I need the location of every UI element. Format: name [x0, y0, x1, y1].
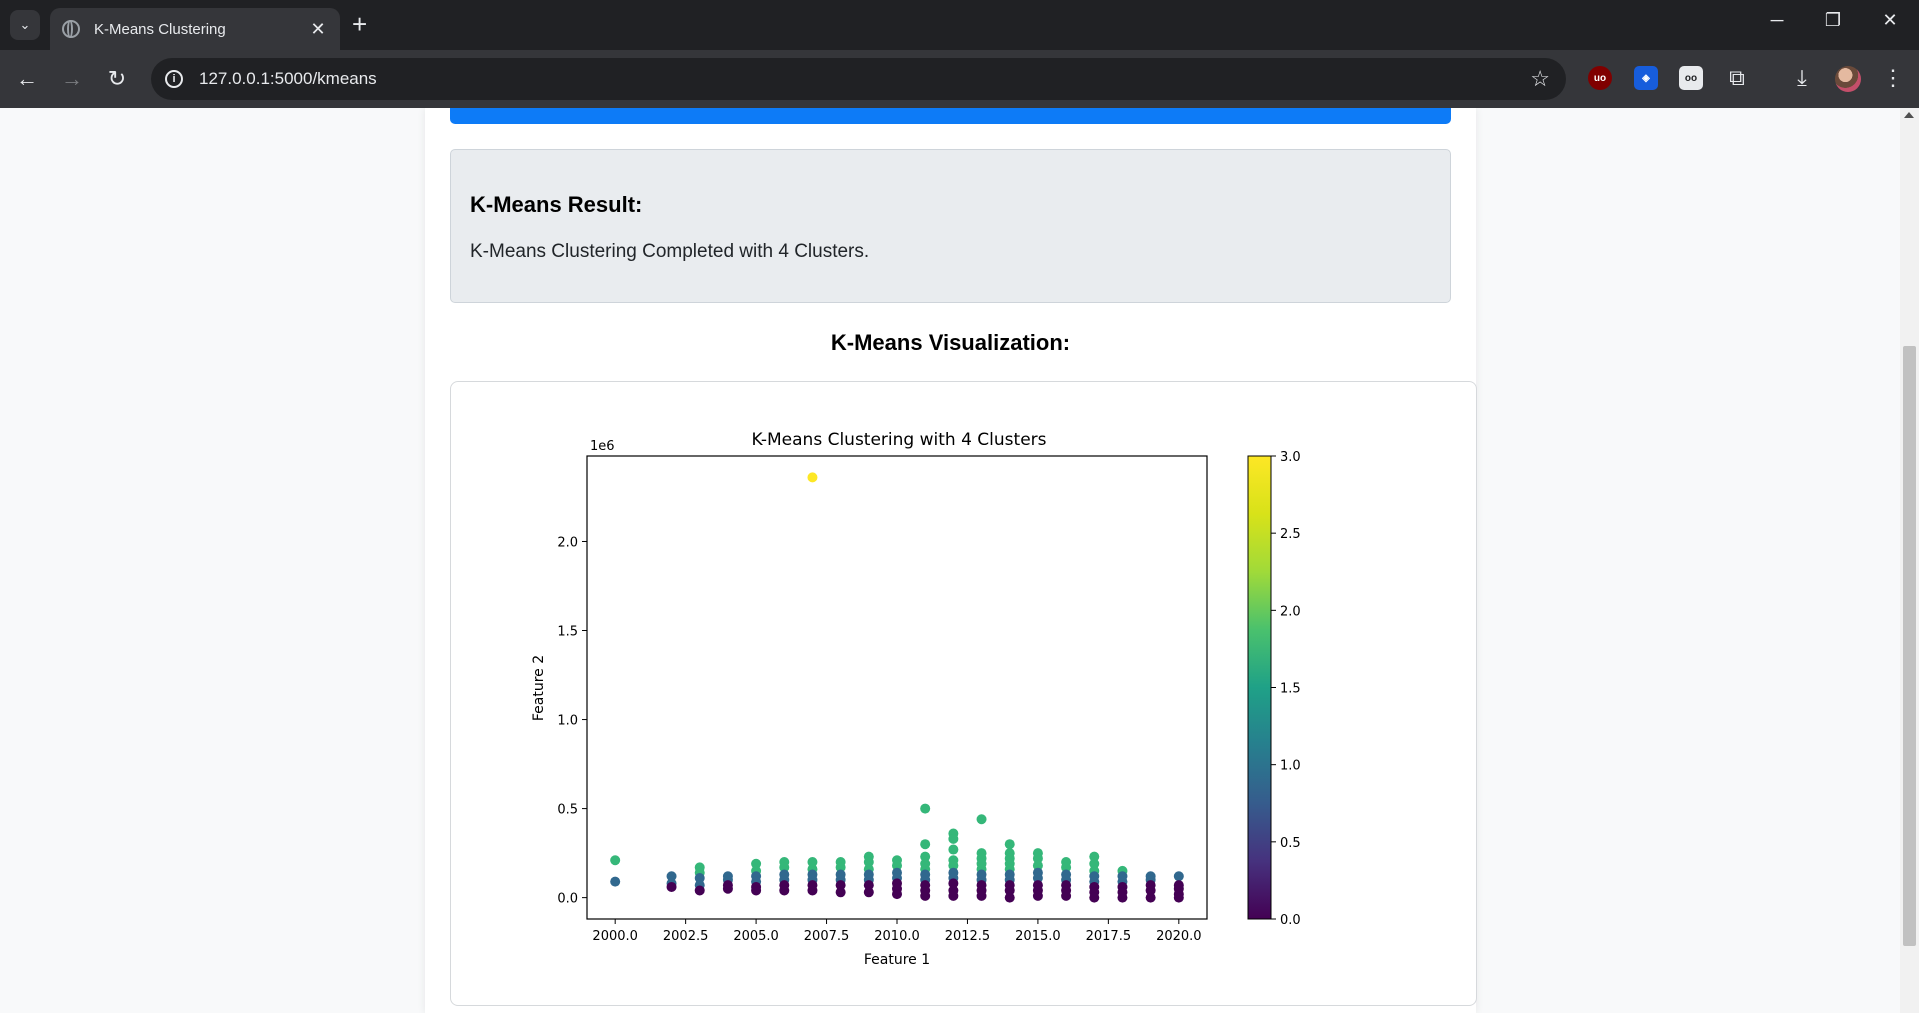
x-tick-label: 2020.0	[1156, 929, 1202, 944]
colorbar-tick-label: 1.5	[1280, 682, 1301, 697]
plot-area-frame	[586, 455, 1208, 920]
x-tick-label: 2000.0	[592, 929, 638, 944]
result-panel: K-Means Result: K-Means Clustering Compl…	[450, 149, 1451, 303]
reload-icon[interactable]: ↻	[100, 62, 134, 96]
data-point	[807, 885, 818, 896]
result-heading: K-Means Result:	[470, 192, 643, 217]
tab-bar: ⌄ K-Means Clustering ✕ + ─ ❐ ✕	[0, 0, 1919, 50]
forward-arrow-icon[interactable]: →	[55, 62, 89, 96]
y-tick-label: 0.5	[557, 803, 578, 818]
y-axis-ticks: 0.0 0.5 1.0 1.5 2.0	[557, 535, 587, 907]
browser-menu-icon[interactable]: ⋮	[1877, 62, 1909, 94]
x-tick-label: 2010.0	[874, 929, 920, 944]
colorbar-tick-label: 3.0	[1280, 450, 1301, 465]
x-tick-label: 2007.5	[804, 929, 850, 944]
chart-title: K-Means Clustering with 4 Clusters	[752, 430, 1047, 450]
data-point	[1089, 892, 1100, 903]
close-window-icon[interactable]: ✕	[1870, 10, 1910, 31]
x-axis-label: Feature 1	[864, 952, 930, 968]
y-tick-label: 0.0	[557, 892, 578, 907]
plot-card: K-Means Clustering with 4 Clusters 1e6 2…	[450, 381, 1477, 1006]
y-tick-label: 2.0	[557, 535, 578, 550]
ublock-origin-icon[interactable]: uo	[1588, 66, 1612, 90]
tab-search-button[interactable]: ⌄	[10, 10, 40, 40]
data-point	[976, 890, 987, 901]
y-axis-label: Feature 2	[531, 655, 547, 721]
submit-button[interactable]	[450, 108, 1451, 124]
colorbar-tick-label: 2.5	[1280, 527, 1301, 542]
data-point	[1173, 871, 1184, 882]
y-offset-label: 1e6	[590, 439, 615, 454]
data-point	[1004, 839, 1015, 850]
data-point	[751, 885, 762, 896]
url-text[interactable]: 127.0.0.1:5000/kmeans	[199, 69, 1530, 89]
data-point	[892, 889, 902, 900]
data-point	[610, 876, 621, 887]
restore-icon[interactable]: ❐	[1813, 10, 1853, 31]
data-point	[722, 883, 733, 894]
x-tick-label: 2005.0	[733, 929, 779, 944]
data-point	[976, 814, 987, 825]
bookmark-star-icon[interactable]: ☆	[1530, 66, 1550, 92]
x-tick-label: 2015.0	[1015, 929, 1061, 944]
data-point	[807, 472, 818, 483]
x-tick-label: 2012.5	[945, 929, 991, 944]
data-point	[1004, 892, 1015, 903]
minimize-icon[interactable]: ─	[1757, 10, 1797, 31]
visualization-heading: K-Means Visualization:	[830, 330, 1071, 355]
reader-glasses-icon[interactable]: oo	[1679, 66, 1703, 90]
y-tick-label: 1.5	[557, 625, 578, 640]
data-point	[666, 881, 677, 892]
x-tick-label: 2017.5	[1086, 929, 1132, 944]
data-point	[1145, 892, 1156, 903]
data-point	[1032, 890, 1043, 901]
data-point	[694, 885, 705, 896]
globe-icon	[62, 20, 80, 38]
colorbar-tick-label: 1.0	[1280, 759, 1301, 774]
browser-toolbar: ← → ↻ i 127.0.0.1:5000/kmeans ☆	[0, 50, 1919, 108]
data-point	[863, 887, 874, 898]
new-tab-button[interactable]: +	[352, 11, 367, 37]
data-point	[1173, 892, 1184, 903]
site-info-icon[interactable]: i	[165, 70, 183, 88]
address-bar[interactable]: i 127.0.0.1:5000/kmeans ☆	[151, 58, 1566, 100]
page-scrollbar[interactable]	[1900, 108, 1919, 1013]
data-point	[779, 885, 790, 896]
colorbar-tick-label: 2.0	[1280, 604, 1301, 619]
active-tab[interactable]: K-Means Clustering ✕	[50, 8, 340, 50]
data-point	[920, 803, 931, 814]
kmeans-scatter-plot: K-Means Clustering with 4 Clusters 1e6 2…	[531, 430, 1301, 968]
download-icon[interactable]: ⤓	[1786, 62, 1818, 94]
x-tick-label: 2002.5	[663, 929, 709, 944]
scroll-up-arrow-icon[interactable]	[1904, 112, 1914, 118]
colorbar	[1247, 455, 1272, 920]
colorbar-tick-label: 0.0	[1280, 913, 1301, 928]
extensions-puzzle-icon[interactable]: ⧉	[1721, 62, 1753, 94]
data-point	[1117, 892, 1128, 903]
result-message: K-Means Clustering Completed with 4 Clus…	[470, 241, 870, 262]
page-viewport: K-Means Result: K-Means Clustering Compl…	[0, 108, 1919, 1013]
data-point	[610, 855, 621, 866]
y-tick-label: 1.0	[557, 714, 578, 729]
points-layer	[610, 472, 1184, 903]
back-arrow-icon[interactable]: ←	[10, 62, 44, 96]
bitwarden-icon[interactable]: ◈	[1634, 66, 1658, 90]
profile-avatar[interactable]	[1835, 66, 1861, 92]
data-point	[948, 844, 959, 855]
data-point	[1061, 890, 1072, 901]
tab-title: K-Means Clustering	[94, 20, 226, 38]
colorbar-tick-label: 0.5	[1280, 836, 1301, 851]
tab-close-icon[interactable]: ✕	[308, 19, 328, 40]
x-axis-ticks: 2000.0 2002.5 2005.0 2007.5 2010.0 2012.5 2015…	[592, 919, 1202, 944]
colorbar-ticks: 0.0 0.5 1.0 1.5 2.0 2.5 3.0	[1271, 450, 1301, 928]
scroll-thumb[interactable]	[1903, 346, 1916, 946]
data-point	[920, 890, 931, 901]
data-point	[920, 839, 931, 850]
data-point	[835, 887, 846, 898]
data-point	[948, 833, 959, 844]
data-point	[948, 890, 959, 901]
